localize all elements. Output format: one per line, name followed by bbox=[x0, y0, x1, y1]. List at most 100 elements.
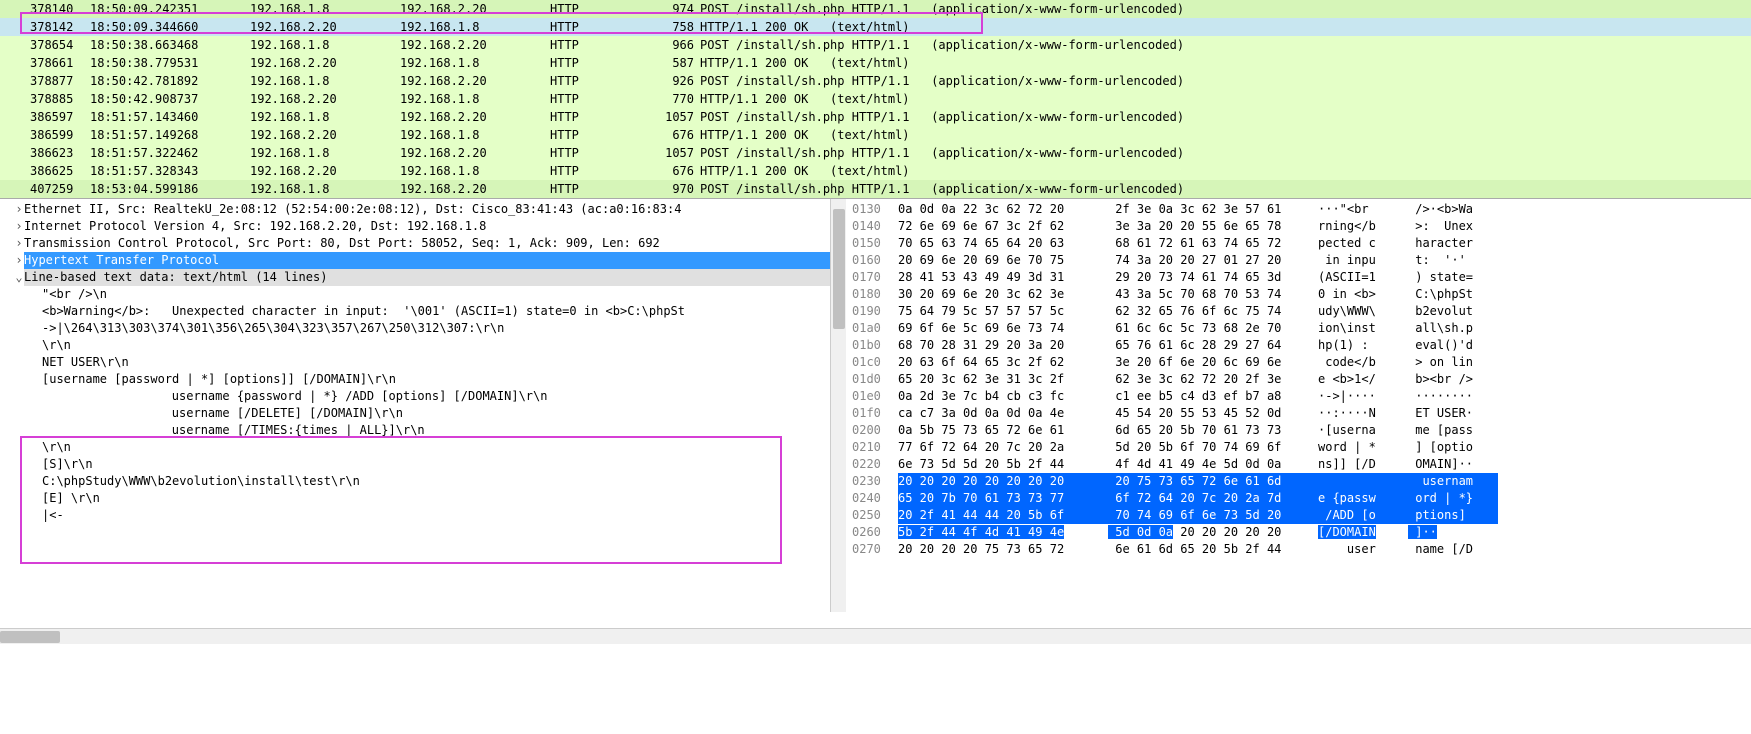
hex-row[interactable]: 018030 20 69 6e 20 3c 62 3e 43 3a 5c 70 … bbox=[852, 286, 1745, 303]
col-no: 378885 bbox=[30, 92, 90, 106]
packet-row[interactable]: 38659718:51:57.143460192.168.1.8192.168.… bbox=[0, 108, 1751, 126]
hex-bytes: 5d 0d 0a 20 20 20 20 20 bbox=[1108, 524, 1318, 541]
col-proto: HTTP bbox=[550, 38, 645, 52]
tree-body-line[interactable]: <b>Warning</b>: Unexpected character in … bbox=[4, 303, 845, 320]
packet-row[interactable]: 37888518:50:42.908737192.168.2.20192.168… bbox=[0, 90, 1751, 108]
col-time: 18:51:57.322462 bbox=[90, 146, 250, 160]
hex-row[interactable]: 019075 64 79 5c 57 57 57 5c 62 32 65 76 … bbox=[852, 303, 1745, 320]
hex-bytes: 69 6f 6e 5c 69 6e 73 74 bbox=[898, 320, 1108, 337]
packet-row[interactable]: 37887718:50:42.781892192.168.1.8192.168.… bbox=[0, 72, 1751, 90]
tree-tcp[interactable]: ›Transmission Control Protocol, Src Port… bbox=[4, 235, 845, 252]
col-no: 386623 bbox=[30, 146, 90, 160]
hex-row[interactable]: 021077 6f 72 64 20 7c 20 2a 5d 20 5b 6f … bbox=[852, 439, 1745, 456]
hex-ascii: word | * bbox=[1318, 439, 1408, 456]
hex-bytes: 43 3a 5c 70 68 70 53 74 bbox=[1108, 286, 1318, 303]
tree-body-line[interactable]: username [/TIMES:{times | ALL}]\r\n bbox=[4, 422, 845, 439]
hex-ascii: ord | *} bbox=[1408, 490, 1498, 507]
hex-row[interactable]: 01300a 0d 0a 22 3c 62 72 20 2f 3e 0a 3c … bbox=[852, 201, 1745, 218]
hex-bytes: 0a 5b 75 73 65 72 6e 61 bbox=[898, 422, 1108, 439]
tree-scrollbar-v[interactable] bbox=[830, 199, 846, 612]
hex-ascii: ··:····N bbox=[1318, 405, 1408, 422]
hex-row[interactable]: 023020 20 20 20 20 20 20 20 20 75 73 65 … bbox=[852, 473, 1745, 490]
hex-dump[interactable]: 01300a 0d 0a 22 3c 62 72 20 2f 3e 0a 3c … bbox=[846, 199, 1751, 628]
col-src: 192.168.2.20 bbox=[250, 164, 400, 178]
hex-ascii: pected c bbox=[1318, 235, 1408, 252]
hex-ascii: ·[userna bbox=[1318, 422, 1408, 439]
packet-row[interactable]: 38659918:51:57.149268192.168.2.20192.168… bbox=[0, 126, 1751, 144]
col-dst: 192.168.1.8 bbox=[400, 128, 550, 142]
packet-row[interactable]: 38662518:51:57.328343192.168.2.20192.168… bbox=[0, 162, 1751, 180]
tree-body-line[interactable]: [username [password | *] [options]] [/DO… bbox=[4, 371, 845, 388]
packet-row[interactable]: 37866118:50:38.779531192.168.2.20192.168… bbox=[0, 54, 1751, 72]
tree-body-line[interactable]: \r\n bbox=[4, 337, 845, 354]
hex-ascii: eval()'d bbox=[1408, 337, 1498, 354]
hex-row[interactable]: 01b068 70 28 31 29 20 3a 20 65 76 61 6c … bbox=[852, 337, 1745, 354]
hex-bytes: 74 3a 20 20 27 01 27 20 bbox=[1108, 252, 1318, 269]
hex-row[interactable]: 016020 69 6e 20 69 6e 70 75 74 3a 20 20 … bbox=[852, 252, 1745, 269]
hex-row[interactable]: 01c020 63 6f 64 65 3c 2f 62 3e 20 6f 6e … bbox=[852, 354, 1745, 371]
chevron-right-icon: › bbox=[14, 218, 24, 235]
col-no: 407259 bbox=[30, 182, 90, 196]
hex-offset: 0180 bbox=[852, 286, 898, 303]
col-info: HTTP/1.1 200 OK (text/html) bbox=[700, 56, 1751, 70]
col-dst: 192.168.2.20 bbox=[400, 38, 550, 52]
hex-row[interactable]: 01e00a 2d 3e 7c b4 cb c3 fc c1 ee b5 c4 … bbox=[852, 388, 1745, 405]
tree-linebased[interactable]: ⌄Line-based text data: text/html (14 lin… bbox=[4, 269, 845, 286]
hex-ascii: />·<b>Wa bbox=[1408, 201, 1498, 218]
hex-ascii: ···"<br bbox=[1318, 201, 1408, 218]
hex-row[interactable]: 01d065 20 3c 62 3e 31 3c 2f 62 3e 3c 62 … bbox=[852, 371, 1745, 388]
tree-scrollbar-h[interactable] bbox=[0, 628, 1751, 644]
tree-body-line[interactable]: [E] \r\n bbox=[4, 490, 845, 507]
hex-bytes: 0a 0d 0a 22 3c 62 72 20 bbox=[898, 201, 1108, 218]
tree-body-line[interactable]: username [/DELETE] [/DOMAIN]\r\n bbox=[4, 405, 845, 422]
hex-ascii: haracter bbox=[1408, 235, 1498, 252]
hex-row[interactable]: 01f0ca c7 3a 0d 0a 0d 0a 4e 45 54 20 55 … bbox=[852, 405, 1745, 422]
tree-body-line[interactable]: "<br />\n bbox=[4, 286, 845, 303]
packet-row[interactable]: 40725918:53:04.599186192.168.1.8192.168.… bbox=[0, 180, 1751, 198]
hex-offset: 01e0 bbox=[852, 388, 898, 405]
tree-body-line[interactable]: NET USER\r\n bbox=[4, 354, 845, 371]
packet-row[interactable]: 37814218:50:09.344660192.168.2.20192.168… bbox=[0, 18, 1751, 36]
packet-list[interactable]: 37814018:50:09.242351192.168.1.8192.168.… bbox=[0, 0, 1751, 198]
hex-row[interactable]: 025020 2f 41 44 44 20 5b 6f 70 74 69 6f … bbox=[852, 507, 1745, 524]
col-src: 192.168.2.20 bbox=[250, 20, 400, 34]
hex-row[interactable]: 024065 20 7b 70 61 73 73 77 6f 72 64 20 … bbox=[852, 490, 1745, 507]
col-len: 758 bbox=[645, 20, 700, 34]
tree-http[interactable]: ›Hypertext Transfer Protocol bbox=[4, 252, 845, 269]
hex-ascii: e {passw bbox=[1318, 490, 1408, 507]
hex-bytes: 0a 2d 3e 7c b4 cb c3 fc bbox=[898, 388, 1108, 405]
hex-row[interactable]: 017028 41 53 43 49 49 3d 31 29 20 73 74 … bbox=[852, 269, 1745, 286]
hex-row[interactable]: 01a069 6f 6e 5c 69 6e 73 74 61 6c 6c 5c … bbox=[852, 320, 1745, 337]
tree-ip[interactable]: ›Internet Protocol Version 4, Src: 192.1… bbox=[4, 218, 845, 235]
hex-ascii: hp(1) : bbox=[1318, 337, 1408, 354]
tree-body-line[interactable]: C:\phpStudy\WWW\b2evolution\install\test… bbox=[4, 473, 845, 490]
tree-body-line[interactable]: ->|\264\313\303\374\301\356\265\304\323\… bbox=[4, 320, 845, 337]
hex-bytes: 70 74 69 6f 6e 73 5d 20 bbox=[1108, 507, 1318, 524]
hex-ascii: t: '·' bbox=[1408, 252, 1498, 269]
hex-row[interactable]: 015070 65 63 74 65 64 20 63 68 61 72 61 … bbox=[852, 235, 1745, 252]
hex-bytes: 6d 65 20 5b 70 61 73 73 bbox=[1108, 422, 1318, 439]
hex-offset: 0130 bbox=[852, 201, 898, 218]
packet-row[interactable]: 38662318:51:57.322462192.168.1.8192.168.… bbox=[0, 144, 1751, 162]
packet-row[interactable]: 37814018:50:09.242351192.168.1.8192.168.… bbox=[0, 0, 1751, 18]
hex-bytes: 65 20 3c 62 3e 31 3c 2f bbox=[898, 371, 1108, 388]
protocol-tree[interactable]: ›Ethernet II, Src: RealtekU_2e:08:12 (52… bbox=[0, 199, 846, 526]
hex-ascii: user bbox=[1318, 541, 1408, 558]
tree-body-line[interactable]: |<- bbox=[4, 507, 845, 524]
hex-row[interactable]: 02000a 5b 75 73 65 72 6e 61 6d 65 20 5b … bbox=[852, 422, 1745, 439]
hex-row[interactable]: 02206e 73 5d 5d 20 5b 2f 44 4f 4d 41 49 … bbox=[852, 456, 1745, 473]
tree-ethernet[interactable]: ›Ethernet II, Src: RealtekU_2e:08:12 (52… bbox=[4, 201, 845, 218]
tree-body-line[interactable]: \r\n bbox=[4, 439, 845, 456]
packet-row[interactable]: 37865418:50:38.663468192.168.1.8192.168.… bbox=[0, 36, 1751, 54]
hex-offset: 0160 bbox=[852, 252, 898, 269]
hex-ascii: /ADD [o bbox=[1318, 507, 1408, 524]
hex-row[interactable]: 02605b 2f 44 4f 4d 41 49 4e 5d 0d 0a 20 … bbox=[852, 524, 1745, 541]
hex-row[interactable]: 014072 6e 69 6e 67 3c 2f 62 3e 3a 20 20 … bbox=[852, 218, 1745, 235]
hex-bytes: 5d 20 5b 6f 70 74 69 6f bbox=[1108, 439, 1318, 456]
tree-body-line[interactable]: [S]\r\n bbox=[4, 456, 845, 473]
hex-row[interactable]: 027020 20 20 20 75 73 65 72 6e 61 6d 65 … bbox=[852, 541, 1745, 558]
hex-bytes: 68 70 28 31 29 20 3a 20 bbox=[898, 337, 1108, 354]
col-no: 386599 bbox=[30, 128, 90, 142]
hex-bytes: 65 20 7b 70 61 73 73 77 bbox=[898, 490, 1108, 507]
tree-body-line[interactable]: username {password | *} /ADD [options] [… bbox=[4, 388, 845, 405]
